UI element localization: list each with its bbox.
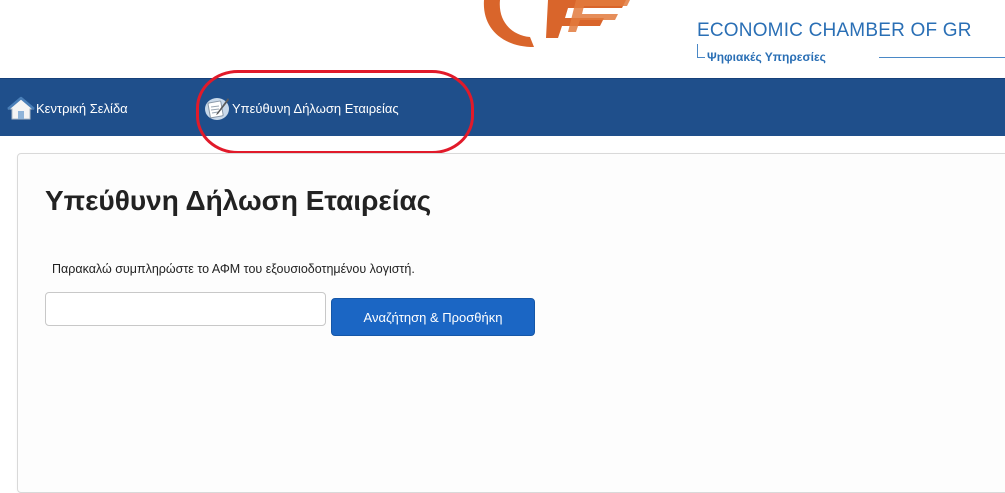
nav-item-company-declaration[interactable]: Υπεύθυνη Δήλωση Εταιρείας (203, 79, 399, 137)
home-icon (7, 96, 35, 120)
search-and-add-button[interactable]: Αναζήτηση & Προσθήκη (331, 298, 535, 336)
nav-item-home-label: Κεντρική Σελίδα (36, 100, 128, 116)
afm-instruction-text: Παρακαλώ συμπληρώστε το ΑΦΜ του εξουσιοδ… (52, 262, 415, 276)
page-title: Υπεύθυνη Δήλωση Εταιρείας (45, 185, 432, 216)
organization-subtitle-block: Ψηφιακές Υπηρεσίες (697, 40, 1005, 64)
chamber-logo (483, 0, 630, 47)
main-navbar: Κεντρική Σελίδα Υπεύθυνη Δήλωση Εταιρεία… (0, 78, 1005, 136)
nav-item-home[interactable]: Κεντρική Σελίδα (7, 79, 128, 137)
nav-item-company-declaration-label: Υπεύθυνη Δήλωση Εταιρείας (232, 100, 399, 116)
document-quill-icon (205, 98, 229, 120)
site-header: ECONOMIC CHAMBER OF GR Ψηφιακές Υπηρεσίε… (0, 0, 1005, 78)
accountant-afm-input[interactable] (45, 292, 326, 326)
organization-name: ECONOMIC CHAMBER OF GR (697, 20, 972, 41)
subtitle-rule-line (879, 57, 1005, 58)
subtitle-bracket-line (697, 44, 705, 58)
organization-subtitle: Ψηφιακές Υπηρεσίες (707, 50, 826, 64)
